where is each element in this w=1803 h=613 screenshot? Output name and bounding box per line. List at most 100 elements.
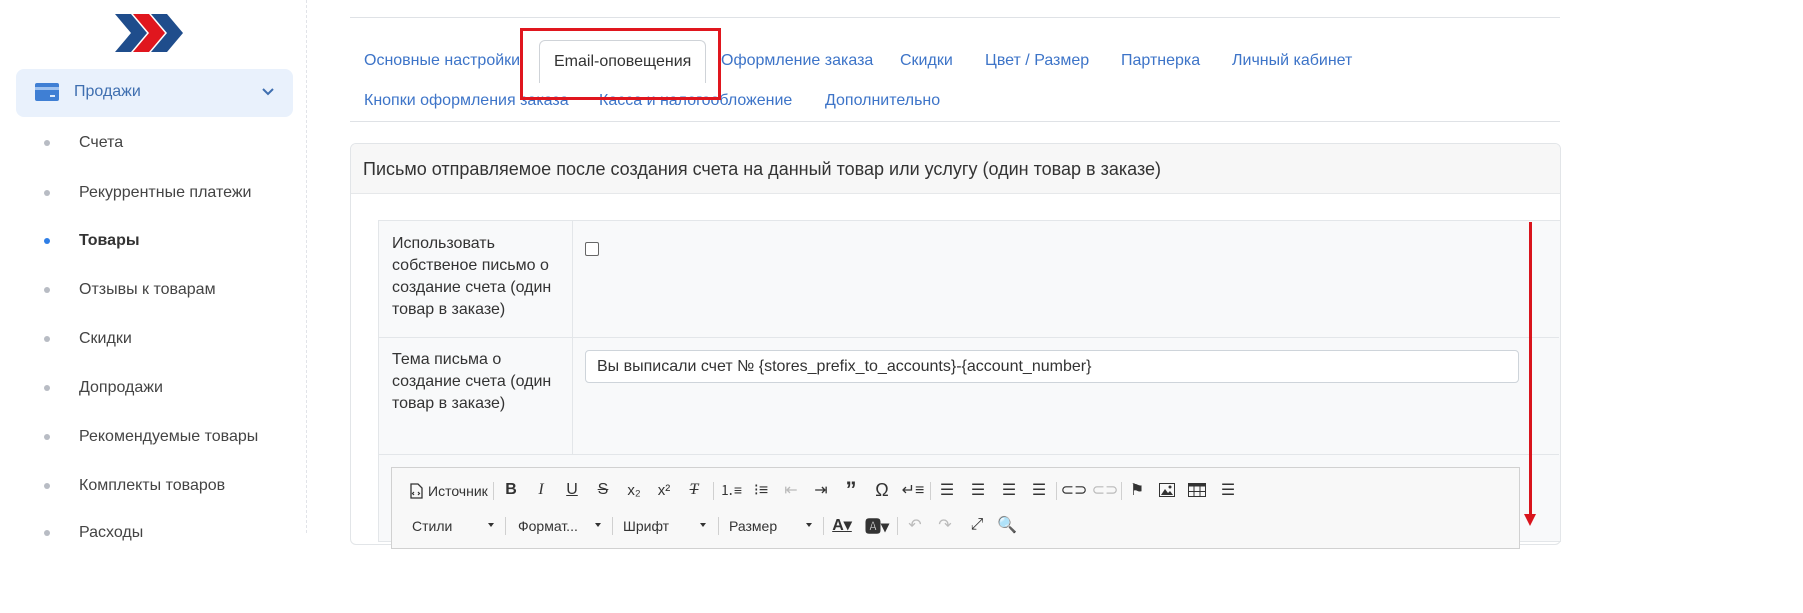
size-dropdown[interactable]: Размер	[729, 518, 815, 534]
numbered-list-icon[interactable]: ⒈≡	[719, 478, 743, 502]
sidebar-item-expenses[interactable]: Расходы	[0, 518, 300, 548]
toolbar-separator	[897, 517, 898, 535]
sidebar: Продажи Счета Рекуррентные платежи Товар…	[0, 0, 307, 541]
caret-down-icon	[806, 523, 812, 527]
toolbar-separator	[823, 517, 824, 535]
sidebar-item-reviews[interactable]: Отзывы к товарам	[0, 275, 300, 305]
sidebar-item-discounts[interactable]: Скидки	[0, 324, 300, 354]
redo-icon[interactable]: ↷	[934, 513, 956, 537]
font-dropdown[interactable]: Шрифт	[623, 518, 709, 534]
top-divider	[350, 17, 1560, 18]
caret-down-icon	[700, 523, 706, 527]
tab-additional[interactable]: Дополнительно	[825, 92, 940, 110]
table-icon[interactable]	[1188, 483, 1206, 497]
sidebar-item-upsells[interactable]: Допродажи	[0, 373, 300, 403]
tab-color-size[interactable]: Цвет / Размер	[985, 52, 1089, 70]
sidebar-item-label: Рекуррентные платежи	[79, 184, 252, 201]
outdent-icon[interactable]: ⇤	[779, 478, 803, 502]
bullet-icon	[44, 140, 50, 146]
sidebar-item-recommended[interactable]: Рекомендуемые товары	[0, 422, 300, 452]
bullet-icon	[44, 190, 50, 196]
text-color-icon[interactable]: A▾	[829, 513, 855, 537]
own-letter-checkbox[interactable]	[585, 242, 599, 256]
indent-icon[interactable]: ⇥	[809, 478, 833, 502]
tabs-divider	[350, 121, 1560, 122]
bullet-icon	[44, 385, 50, 391]
caret-down-icon	[595, 523, 601, 527]
sidebar-item-label: Расходы	[79, 524, 144, 541]
align-center-icon[interactable]: ☰	[966, 478, 990, 502]
format-dropdown-label: Формат...	[518, 518, 578, 534]
bullet-icon	[44, 483, 50, 489]
bullet-icon	[44, 238, 50, 244]
source-icon	[410, 483, 423, 499]
sidebar-item-recurring[interactable]: Рекуррентные платежи	[0, 178, 300, 208]
column-divider	[572, 220, 573, 454]
tab-main-settings[interactable]: Основные настройки	[364, 52, 520, 70]
styles-dropdown-label: Стили	[412, 518, 453, 534]
font-dropdown-label: Шрифт	[623, 518, 670, 534]
bullet-icon	[44, 530, 50, 536]
sidebar-item-label: Отзывы к товарам	[79, 281, 216, 298]
image-icon[interactable]	[1159, 483, 1175, 497]
toolbar-separator	[612, 517, 613, 535]
highlight-annotation	[520, 28, 721, 100]
align-left-icon[interactable]: ☰	[935, 478, 959, 502]
sidebar-item-bundles[interactable]: Комплекты товаров	[0, 471, 300, 501]
insert-paragraph-icon[interactable]: ↵≡	[901, 478, 925, 502]
align-justify-icon[interactable]: ☰	[1027, 478, 1051, 502]
sidebar-item-label: Скидки	[79, 330, 132, 347]
background-color-icon[interactable]: 🅰▾	[863, 513, 891, 537]
subject-input[interactable]: Вы выписали счет № {stores_prefix_to_acc…	[585, 350, 1519, 383]
bullet-icon	[44, 287, 50, 293]
sidebar-item-label: Рекомендуемые товары	[79, 428, 259, 445]
bulleted-list-icon[interactable]: ⁝≡	[749, 478, 773, 502]
sidebar-item-label: Комплекты товаров	[79, 477, 226, 494]
subject-label: Тема письма о создание счета (один товар…	[392, 351, 552, 412]
scroll-down-arrow-annotation	[1529, 222, 1532, 518]
chevron-down-icon	[262, 88, 274, 96]
sidebar-item-label: Счета	[79, 134, 124, 151]
arrow-head-icon	[1524, 514, 1536, 526]
remove-format-icon[interactable]: T	[682, 478, 706, 502]
toolbar-separator	[1121, 482, 1122, 500]
link-icon[interactable]: ⊂⊃	[1061, 478, 1088, 502]
special-char-icon[interactable]: Ω	[870, 478, 894, 502]
tab-personal-account[interactable]: Личный кабинет	[1232, 52, 1352, 70]
sidebar-group-sales[interactable]: Продажи	[16, 69, 293, 117]
credit-card-icon	[35, 83, 59, 101]
format-dropdown[interactable]: Формат...	[518, 518, 602, 534]
row-divider	[378, 337, 1559, 338]
bullet-icon	[44, 336, 50, 342]
bullet-icon	[44, 434, 50, 440]
align-right-icon[interactable]: ☰	[997, 478, 1021, 502]
sidebar-item-label: Допродажи	[79, 379, 163, 396]
maximize-icon[interactable]: ⤢	[966, 513, 988, 537]
superscript-icon[interactable]: x²	[652, 478, 676, 502]
blockquote-icon[interactable]: ”	[839, 477, 863, 502]
card-header: Письмо отправляемое после создания счета…	[351, 144, 1560, 194]
tab-discounts[interactable]: Скидки	[900, 52, 953, 70]
subscript-icon[interactable]: x₂	[622, 478, 646, 502]
toolbar-separator	[505, 517, 506, 535]
undo-icon[interactable]: ↶	[904, 513, 926, 537]
sidebar-item-products[interactable]: Товары	[0, 226, 300, 256]
horizontal-rule-icon[interactable]: ☰	[1216, 478, 1240, 502]
tab-checkout[interactable]: Оформление заказа	[721, 52, 873, 70]
source-button[interactable]: Источник	[428, 483, 488, 499]
styles-dropdown[interactable]: Стили	[412, 518, 496, 534]
rich-text-editor-toolbar: Источник B I U S x₂ x² T ⒈≡ ⁝≡ ⇤ ⇥ ” Ω ↵…	[391, 467, 1520, 549]
toolbar-separator	[493, 482, 494, 500]
strikethrough-icon[interactable]: S	[592, 478, 614, 502]
card-title: Письмо отправляемое после создания счета…	[363, 159, 1161, 179]
italic-icon[interactable]: I	[530, 478, 552, 502]
own-letter-label: Использовать собственое письмо о создани…	[392, 235, 552, 318]
unlink-icon[interactable]: ⊂⊃	[1092, 478, 1119, 502]
preview-icon[interactable]: 🔍	[996, 513, 1018, 537]
underline-icon[interactable]: U	[561, 478, 583, 502]
logo-icon[interactable]	[115, 12, 185, 54]
bold-icon[interactable]: B	[500, 478, 522, 502]
anchor-flag-icon[interactable]: ⚑	[1125, 478, 1149, 502]
tab-affiliate[interactable]: Партнерка	[1121, 52, 1200, 70]
sidebar-item-invoices[interactable]: Счета	[0, 128, 300, 158]
